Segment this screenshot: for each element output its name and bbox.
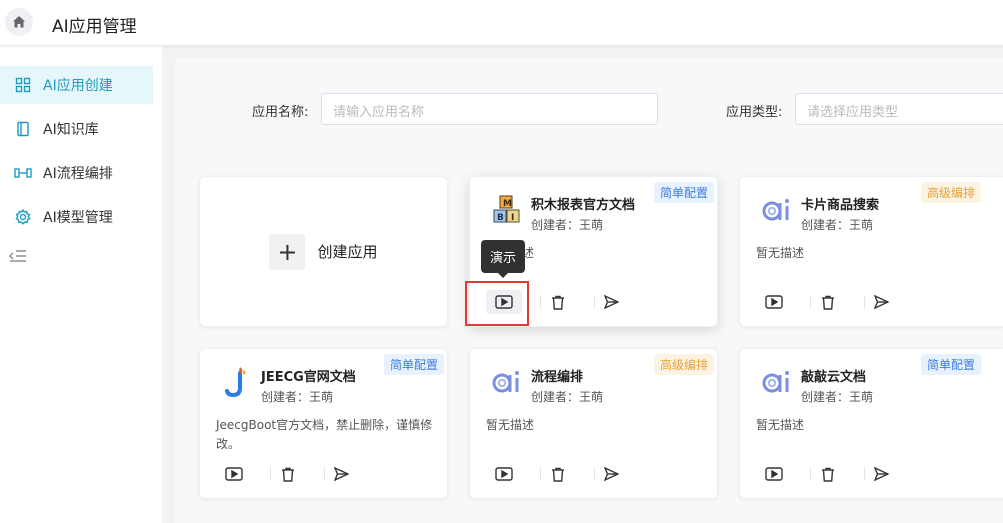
play-icon <box>225 467 243 481</box>
app-type-badge: 简单配置 <box>920 354 981 375</box>
ai-logo-icon <box>490 365 524 399</box>
jimu-logo-icon: M B I <box>490 193 524 227</box>
sidebar-item-ai-knowledge[interactable]: AI知识库 <box>0 110 153 148</box>
ai-logo-icon <box>760 365 794 399</box>
plus-icon: + <box>269 233 306 270</box>
card-actions <box>216 462 436 486</box>
app-description: 暂无描述 <box>756 246 805 260</box>
app-type-badge: 简单配置 <box>653 182 714 203</box>
ai-logo-icon <box>760 193 794 227</box>
app-type-badge: 高级编排 <box>920 182 981 203</box>
app-card[interactable]: 高级编排 流程编排 创建者：王萌 暂无描述 <box>469 348 718 499</box>
demo-tooltip: 演示 <box>481 240 525 273</box>
card-actions <box>756 462 976 486</box>
flow-icon <box>14 164 32 182</box>
svg-text:I: I <box>511 213 514 223</box>
app-card[interactable]: 高级编排 卡片商品搜索 创建者：王萌 暂无描述 <box>739 176 1003 327</box>
menu-fold-icon <box>9 250 26 262</box>
gear-icon <box>14 208 32 226</box>
play-icon <box>495 467 513 481</box>
app-description: 暂无描述 <box>756 418 805 432</box>
app-type-placeholder: 请选择应用类型 <box>807 105 899 120</box>
app-type-select[interactable]: 请选择应用类型 <box>795 93 1003 125</box>
demo-button[interactable] <box>216 462 252 486</box>
card-actions <box>486 462 706 486</box>
share-button[interactable] <box>863 290 899 314</box>
sidebar-item-ai-flow[interactable]: AI流程编排 <box>0 154 153 192</box>
app-description: 暂无描述 <box>486 418 535 432</box>
app-name: 流程编排 <box>531 370 584 385</box>
app-name-placeholder: 请输入应用名称 <box>333 105 425 120</box>
send-icon <box>873 467 889 481</box>
delete-button[interactable] <box>540 290 576 314</box>
app-name-label: 应用名称: <box>252 105 309 120</box>
play-icon <box>765 295 783 309</box>
create-app-card[interactable]: + 创建应用 <box>199 176 448 327</box>
home-button[interactable] <box>5 8 33 36</box>
demo-button[interactable] <box>756 290 792 314</box>
app-name: 卡片商品搜索 <box>801 198 880 213</box>
collapse-sidebar-button[interactable] <box>8 248 28 268</box>
trash-icon <box>552 467 564 482</box>
app-type-badge: 高级编排 <box>653 354 714 375</box>
demo-button[interactable] <box>486 462 522 486</box>
send-icon <box>603 295 619 309</box>
share-button[interactable] <box>323 462 359 486</box>
share-button[interactable] <box>593 290 629 314</box>
app-description: JeecgBoot官方文档，禁止删除，谨慎修改。 <box>216 418 433 451</box>
trash-icon <box>822 467 834 482</box>
grid-icon <box>14 76 32 94</box>
sidebar-item-label: AI模型管理 <box>43 210 113 226</box>
app-card[interactable]: 简单配置 JEECG官网文档 创建者：王萌 JeecgBoot官方文档，禁止删除… <box>199 348 448 499</box>
trash-icon <box>552 295 564 310</box>
app-name-input[interactable]: 请输入应用名称 <box>321 93 658 125</box>
play-icon <box>765 467 783 481</box>
svg-text:M: M <box>503 199 512 209</box>
sidebar-item-label: AI应用创建 <box>43 78 113 94</box>
app-creator: 创建者：王萌 <box>801 218 874 232</box>
jeecg-logo-icon <box>220 365 254 399</box>
app-card[interactable]: 简单配置 敲敲云文档 创建者：王萌 暂无描述 <box>739 348 1003 499</box>
sidebar-item-ai-model[interactable]: AI模型管理 <box>0 198 153 236</box>
app-creator: 创建者：王萌 <box>801 390 874 404</box>
app-creator: 创建者：王萌 <box>261 390 334 404</box>
home-icon <box>13 16 25 28</box>
trash-icon <box>282 467 294 482</box>
send-icon <box>603 467 619 481</box>
share-button[interactable] <box>593 462 629 486</box>
send-icon <box>873 295 889 309</box>
delete-button[interactable] <box>270 462 306 486</box>
app-creator: 创建者：王萌 <box>531 218 604 232</box>
app-name: 敲敲云文档 <box>801 370 867 385</box>
book-icon <box>14 120 32 138</box>
share-button[interactable] <box>863 462 899 486</box>
app-name: JEECG官网文档 <box>261 370 356 385</box>
sidebar-item-label: AI流程编排 <box>43 166 113 182</box>
app-type-label: 应用类型: <box>726 105 783 120</box>
send-icon <box>333 467 349 481</box>
svg-text:B: B <box>497 213 504 223</box>
tooltip-arrow <box>498 273 508 278</box>
sidebar-item-ai-app-create[interactable]: AI应用创建 <box>0 66 153 104</box>
top-bar: AI应用管理 <box>0 0 1003 46</box>
create-app-label: 创建应用 <box>317 243 378 261</box>
demo-button[interactable] <box>756 462 792 486</box>
app-creator: 创建者：王萌 <box>531 390 604 404</box>
delete-button[interactable] <box>540 462 576 486</box>
card-actions <box>756 290 976 314</box>
delete-button[interactable] <box>810 462 846 486</box>
sidebar: AI应用创建 AI知识库 AI流程编排 AI模型管理 <box>0 46 162 523</box>
app-name: 积木报表官方文档 <box>531 198 636 213</box>
sidebar-item-label: AI知识库 <box>43 122 99 138</box>
trash-icon <box>822 295 834 310</box>
delete-button[interactable] <box>810 290 846 314</box>
app-type-badge: 简单配置 <box>383 354 444 375</box>
page-title: AI应用管理 <box>52 17 137 37</box>
highlight-box <box>465 281 529 326</box>
